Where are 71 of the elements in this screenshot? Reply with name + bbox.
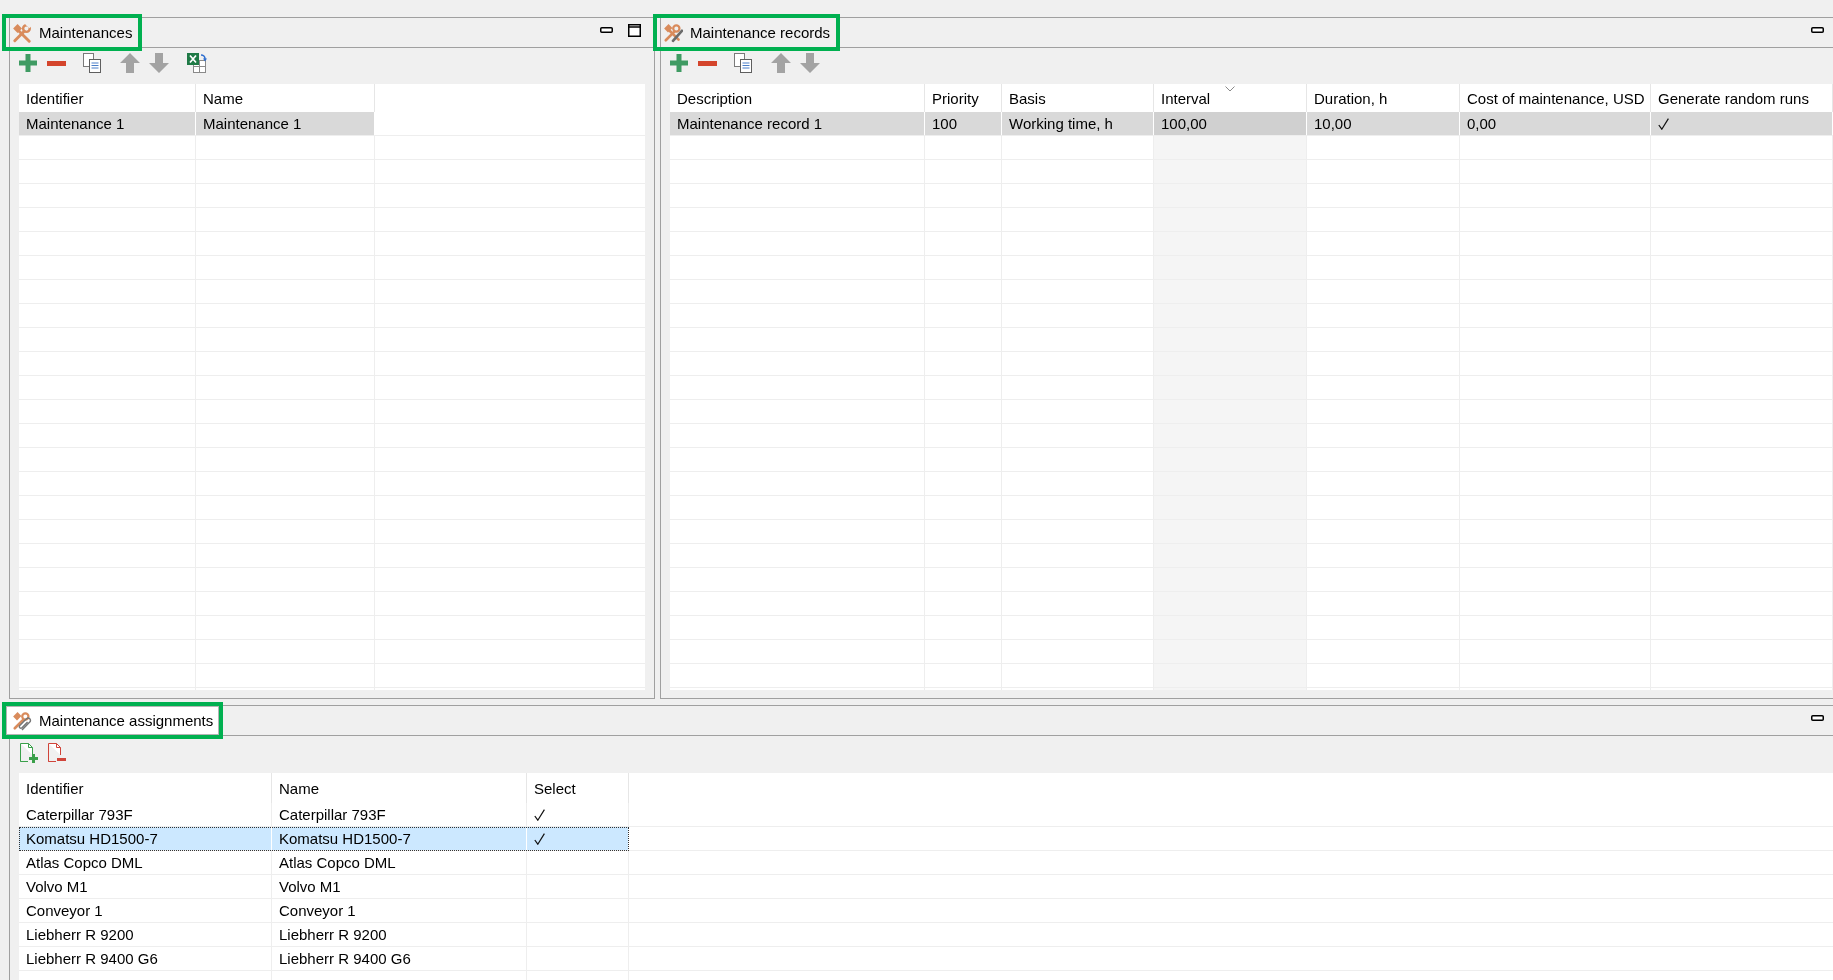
column-header[interactable]: Identifier xyxy=(19,773,272,803)
copy-button[interactable] xyxy=(733,52,753,74)
export-button[interactable] xyxy=(187,52,207,74)
maximize-icon xyxy=(628,23,641,37)
table-cell: Komatsu HD1500-7 xyxy=(272,827,527,850)
table-cell: Liebherr R 9400 G6 xyxy=(19,947,272,970)
spreadsheet-export-icon xyxy=(187,53,207,73)
add-button[interactable] xyxy=(18,52,38,74)
table-cell: Atlas Copco DML xyxy=(272,851,527,874)
table-cell: Komatsu HD1500-7 xyxy=(19,827,272,850)
table-cell: Liebherr R 9200 xyxy=(272,923,527,946)
table-cell: Working time, h xyxy=(1002,112,1154,135)
maximize-button[interactable] xyxy=(628,23,641,37)
table-cell: Caterpillar 793F xyxy=(19,803,272,826)
minimize-button[interactable] xyxy=(1811,27,1824,33)
table-cell: Maintenance record 1 xyxy=(670,112,925,135)
copy-button[interactable] xyxy=(82,52,102,74)
add-button[interactable] xyxy=(18,741,38,764)
table-row[interactable]: Komatsu HD1500-7 Komatsu HD1500-7 xyxy=(19,827,629,851)
table-row[interactable]: Liebherr R 9400 G6 Liebherr R 9400 G6 xyxy=(19,947,629,971)
table-row[interactable]: Conveyor 1 Conveyor 1 xyxy=(19,899,629,923)
tools-pencil-icon xyxy=(663,22,683,43)
table-row[interactable]: Maintenance 1 Maintenance 1 xyxy=(19,112,375,136)
hammer-wrench-icon xyxy=(12,22,32,43)
table-cell: Conveyor 1 xyxy=(19,899,272,922)
table-cell: 100,00 xyxy=(1154,112,1307,135)
down-arrow-icon xyxy=(149,53,169,73)
minimize-button[interactable] xyxy=(600,27,613,33)
table-cell: Volvo M1 xyxy=(272,875,527,898)
minimize-icon xyxy=(600,27,613,33)
table-cell: Liebherr R 9200 xyxy=(19,923,272,946)
table-cell: Conveyor 1 xyxy=(272,899,527,922)
table-cell: Maintenance 1 xyxy=(196,112,375,135)
table-cell: Volvo M1 xyxy=(19,875,272,898)
check-icon xyxy=(534,832,545,845)
minus-icon xyxy=(697,60,717,66)
column-header[interactable]: Name xyxy=(272,773,527,803)
table-cell: Atlas Copco DML xyxy=(19,851,272,874)
table-cell: 10,00 xyxy=(1307,112,1460,135)
minus-icon xyxy=(46,60,66,66)
up-arrow-icon xyxy=(771,53,791,73)
copy-icon xyxy=(82,53,102,73)
table-cell: Liebherr R 9400 G6 xyxy=(272,947,527,970)
plus-icon xyxy=(19,54,37,72)
table-cell: 0,00 xyxy=(1460,112,1651,135)
check-icon xyxy=(534,808,545,821)
table-cell: 100 xyxy=(925,112,1002,135)
copy-icon xyxy=(733,53,753,73)
add-button[interactable] xyxy=(669,52,689,74)
remove-button[interactable] xyxy=(46,741,66,764)
panel-tab[interactable]: Maintenance assignments xyxy=(2,702,224,739)
minimize-icon xyxy=(1811,27,1824,33)
down-arrow-icon xyxy=(800,53,820,73)
tools-clip-icon xyxy=(12,710,32,731)
table-row[interactable]: Liebherr R 9200 Liebherr R 9200 xyxy=(19,923,629,947)
table-cell: Caterpillar 793F xyxy=(272,803,527,826)
remove-document-icon xyxy=(46,742,66,763)
table-row[interactable]: Atlas Copco DML Atlas Copco DML xyxy=(19,851,629,875)
table-row[interactable]: Maintenance record 1 100 Working time, h 100,00 10,00 0,00 xyxy=(670,112,1833,136)
minimize-icon xyxy=(1811,715,1824,721)
plus-icon xyxy=(670,54,688,72)
sort-chevron-icon xyxy=(1225,86,1235,92)
check-icon xyxy=(1658,117,1669,130)
table-cell: Maintenance 1 xyxy=(19,112,196,135)
up-arrow-icon xyxy=(120,53,140,73)
table-row[interactable]: Volvo M1 Volvo M1 xyxy=(19,875,629,899)
panel-tab[interactable]: Maintenance records xyxy=(653,14,841,51)
panel-tab[interactable]: Maintenances xyxy=(2,14,143,51)
column-header[interactable]: Select xyxy=(527,773,629,803)
add-document-icon xyxy=(18,742,38,763)
minimize-button[interactable] xyxy=(1811,715,1824,721)
